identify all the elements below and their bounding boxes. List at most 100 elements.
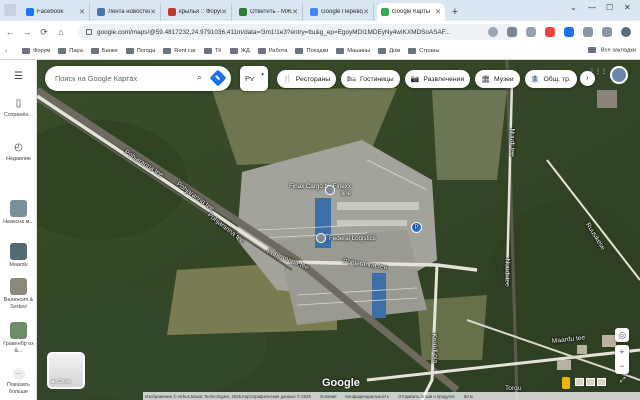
saved-button[interactable]: ▯ Сохранён... bbox=[0, 98, 37, 119]
url-field[interactable]: google.com/maps/@59.4817232,24.9791036,4… bbox=[78, 24, 518, 40]
maximize-icon[interactable]: ☐ bbox=[606, 3, 613, 12]
hamburger-icon: ☰ bbox=[14, 71, 23, 82]
tab-bar: Facebook ✕ Лента новостей ✕ крылья :: Фору… bbox=[0, 0, 640, 21]
map-footer: Изображения © Airbus,Maxar Technologies,… bbox=[143, 392, 640, 400]
directions-icon[interactable] bbox=[209, 69, 227, 87]
bookmark-work[interactable]: Работа bbox=[257, 48, 287, 54]
recent-place-gravenbroch[interactable]: Гравенбр ох &... bbox=[0, 322, 37, 355]
window-menu-icon[interactable] bbox=[4, 4, 16, 16]
profile-icon[interactable] bbox=[621, 27, 631, 37]
tab-search-icon[interactable]: ⌄ bbox=[570, 3, 577, 12]
poi-cargo-pin[interactable] bbox=[325, 185, 338, 195]
translate-page-icon[interactable] bbox=[507, 27, 517, 37]
extension-shield-icon[interactable] bbox=[564, 27, 574, 37]
bookmark-para[interactable]: Пара bbox=[58, 48, 83, 54]
close-icon[interactable]: ✕ bbox=[79, 8, 85, 16]
bookmark-countries[interactable]: Страны bbox=[408, 48, 439, 54]
tab-facebook[interactable]: Facebook ✕ bbox=[22, 3, 90, 21]
zoom-in-button[interactable]: + bbox=[615, 345, 629, 359]
downloads-icon[interactable] bbox=[602, 27, 612, 37]
tab-news[interactable]: Лента новостей ✕ bbox=[93, 3, 161, 21]
chip-entertainment[interactable]: 📷 Развлечения bbox=[404, 70, 471, 88]
site-info-icon[interactable] bbox=[86, 29, 92, 35]
scale-label[interactable]: 50 м bbox=[464, 394, 473, 399]
thumb[interactable] bbox=[586, 378, 595, 386]
poi-logistics[interactable]: Federal Logistics bbox=[316, 233, 376, 243]
all-bookmarks-button[interactable]: Все закладки bbox=[588, 47, 636, 54]
folder-icon bbox=[22, 48, 30, 54]
tab-reply[interactable]: Ответить - MЖЛ...✕ bbox=[235, 3, 303, 21]
reply-icon bbox=[239, 8, 247, 16]
bookmark-trips[interactable]: Поездки bbox=[295, 48, 328, 54]
parking-pin[interactable]: P bbox=[411, 222, 425, 233]
toolbar-icons bbox=[488, 27, 640, 37]
recent-place-maardu[interactable]: Maardu bbox=[0, 243, 37, 269]
google-logo: Google bbox=[322, 377, 360, 389]
tab-title: крылья :: Форум... bbox=[179, 9, 221, 15]
back-icon[interactable]: ← bbox=[3, 27, 17, 37]
museum-icon: 🏛 bbox=[481, 76, 490, 83]
imagery-thumbnails[interactable] bbox=[575, 378, 606, 386]
folder-icon bbox=[125, 48, 134, 54]
language-select[interactable]: Рv ▾ bbox=[240, 66, 268, 91]
recent-place-1[interactable]: Неиксна м... bbox=[0, 200, 37, 226]
location-icon[interactable] bbox=[488, 27, 498, 37]
search-icon[interactable]: ⌕ bbox=[193, 72, 206, 85]
account-avatar[interactable] bbox=[610, 66, 628, 84]
show-more-button[interactable]: ··· Показать больше bbox=[0, 368, 37, 396]
poi-cargo-label[interactable]: Finax Cargo by Finexx line bbox=[287, 183, 351, 197]
expand-icon[interactable]: ⤢ bbox=[620, 377, 626, 385]
bookmark-tk[interactable]: ТК bbox=[203, 48, 222, 54]
translate-icon bbox=[310, 8, 318, 16]
close-icon[interactable]: ✕ bbox=[221, 8, 227, 16]
bookmark-zhd[interactable]: ЖД bbox=[229, 48, 250, 54]
recent-place-valencia[interactable]: Валенсия & Sedavi bbox=[0, 278, 37, 311]
zoom-out-button[interactable]: − bbox=[615, 359, 629, 373]
privacy-link[interactable]: Конфиденциальность bbox=[345, 394, 389, 399]
layers-button[interactable]: ◈ Слои bbox=[47, 352, 85, 389]
road-label: Nuudi tee bbox=[508, 128, 516, 157]
thumb[interactable] bbox=[597, 378, 606, 386]
facebook-icon bbox=[26, 8, 34, 16]
bookmarks-arrow-icon[interactable]: › bbox=[5, 48, 7, 55]
bookmark-banks[interactable]: Банки bbox=[90, 48, 118, 54]
street-view-pegman-icon[interactable] bbox=[562, 377, 570, 389]
bookmark-star-icon[interactable] bbox=[526, 27, 536, 37]
folder-icon bbox=[203, 48, 212, 54]
terms-link[interactable]: Условия bbox=[320, 394, 337, 399]
tab-forum[interactable]: крылья :: Форум...✕ bbox=[164, 3, 232, 21]
close-icon[interactable]: ✕ bbox=[292, 8, 298, 16]
close-icon[interactable]: ✕ bbox=[435, 8, 441, 16]
zoom-controls: + − bbox=[615, 345, 629, 374]
satellite-map[interactable]: Finax Cargo by Finexx line P Federal Log… bbox=[37, 60, 640, 400]
window-close-icon[interactable]: ✕ bbox=[624, 3, 631, 12]
bookmark-cars[interactable]: Машины bbox=[336, 48, 370, 54]
bookmark-weather[interactable]: Погода bbox=[125, 48, 155, 54]
bookmark-rentcar[interactable]: Rent car bbox=[163, 48, 196, 54]
my-location-button[interactable]: ◎ bbox=[615, 328, 629, 342]
extension-mail-icon[interactable] bbox=[545, 27, 555, 37]
minimize-icon[interactable]: — bbox=[588, 3, 596, 12]
thumb[interactable] bbox=[575, 378, 584, 386]
chip-restaurants[interactable]: 🍴 Рестораны bbox=[277, 70, 337, 88]
close-icon[interactable]: ✕ bbox=[363, 8, 369, 16]
chip-museums[interactable]: 🏛 Музеи bbox=[475, 70, 520, 88]
home-icon[interactable]: ⌂ bbox=[54, 27, 68, 37]
bookmark-home[interactable]: Дом bbox=[378, 48, 400, 54]
close-icon[interactable]: ✕ bbox=[150, 8, 156, 16]
tab-google-maps[interactable]: Google Карты ✕ bbox=[377, 3, 445, 21]
feedback-link[interactable]: Отправить отзыв о продукте bbox=[398, 394, 455, 399]
reload-icon[interactable]: ⟳ bbox=[37, 27, 51, 38]
recent-button[interactable]: ◴ Недавние bbox=[0, 142, 37, 163]
search-input[interactable]: Поиск на Google Картах ⌕ bbox=[45, 66, 231, 91]
new-tab-button[interactable]: + bbox=[448, 3, 462, 21]
apps-grid-icon[interactable]: ⋮⋮⋮ bbox=[589, 69, 607, 75]
extensions-icon[interactable] bbox=[583, 27, 593, 37]
menu-button[interactable]: ☰ bbox=[0, 71, 37, 85]
bookmark-forum[interactable]: Форум bbox=[22, 48, 50, 54]
chip-transit[interactable]: 🏦 Общ. тр. bbox=[524, 70, 577, 88]
folder-icon bbox=[408, 48, 417, 54]
tab-translate[interactable]: Google Перевод...✕ bbox=[306, 3, 374, 21]
chip-hotels[interactable]: 🛏 Гостиницы bbox=[341, 70, 400, 88]
forward-icon[interactable]: → bbox=[20, 27, 34, 37]
